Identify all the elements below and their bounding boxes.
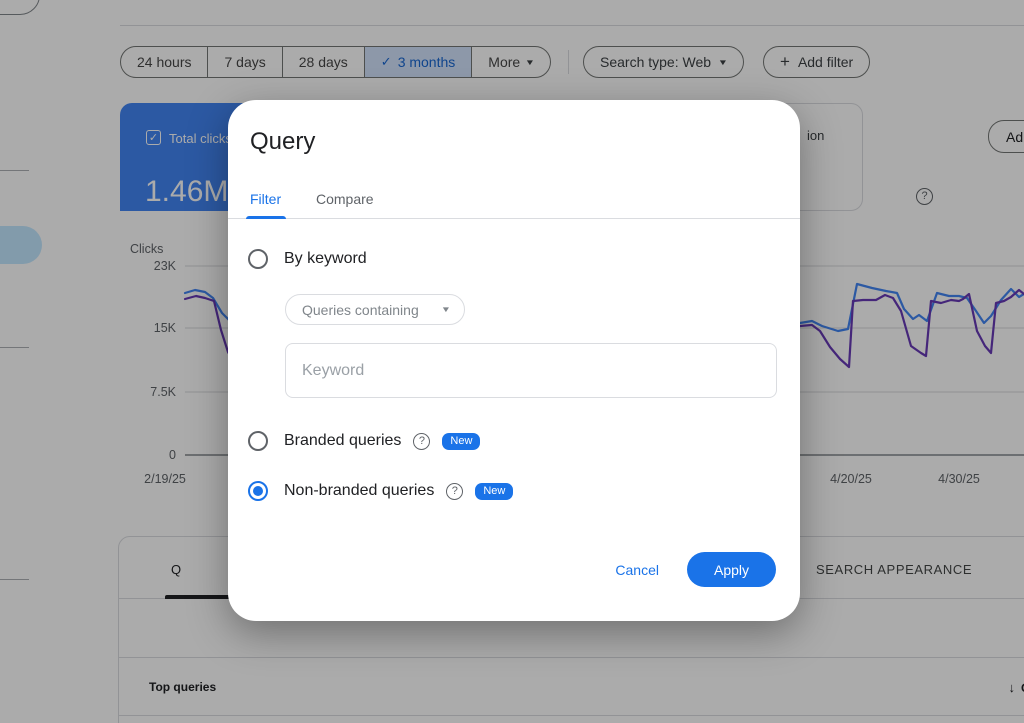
new-badge: New bbox=[475, 482, 514, 500]
match-type-dropdown[interactable]: Queries containing ▼ bbox=[285, 294, 465, 325]
radio-unselected-icon[interactable] bbox=[248, 249, 268, 269]
dialog-footer: Cancel Apply bbox=[615, 552, 776, 587]
active-tab-underline bbox=[246, 216, 286, 219]
apply-button[interactable]: Apply bbox=[687, 552, 776, 587]
option-label: Branded queries bbox=[284, 432, 402, 449]
help-icon[interactable]: ? bbox=[413, 432, 431, 450]
option-branded-queries[interactable]: Branded queries ? New bbox=[248, 429, 481, 453]
keyword-input[interactable] bbox=[285, 343, 777, 398]
help-icon[interactable]: ? bbox=[446, 482, 464, 500]
chevron-down-icon: ▼ bbox=[440, 305, 452, 314]
tab-compare[interactable]: Compare bbox=[316, 191, 374, 207]
tab-filter[interactable]: Filter bbox=[250, 191, 281, 207]
query-filter-dialog: Query Filter Compare By keyword Queries … bbox=[228, 100, 800, 621]
new-badge: New bbox=[442, 432, 481, 450]
option-non-branded-queries[interactable]: Non-branded queries ? New bbox=[248, 479, 514, 503]
option-label: By keyword bbox=[284, 250, 367, 267]
screen: Performance on search results 24 hours 7… bbox=[0, 0, 1024, 723]
option-label: Non-branded queries bbox=[284, 482, 435, 499]
dialog-title: Query bbox=[250, 128, 316, 155]
match-type-value: Queries containing bbox=[302, 301, 419, 318]
radio-unselected-icon[interactable] bbox=[248, 431, 268, 451]
dialog-tabbar: Filter Compare bbox=[228, 186, 800, 219]
radio-selected-icon[interactable] bbox=[248, 481, 268, 501]
option-by-keyword[interactable]: By keyword bbox=[248, 247, 367, 271]
cancel-button[interactable]: Cancel bbox=[615, 562, 659, 578]
